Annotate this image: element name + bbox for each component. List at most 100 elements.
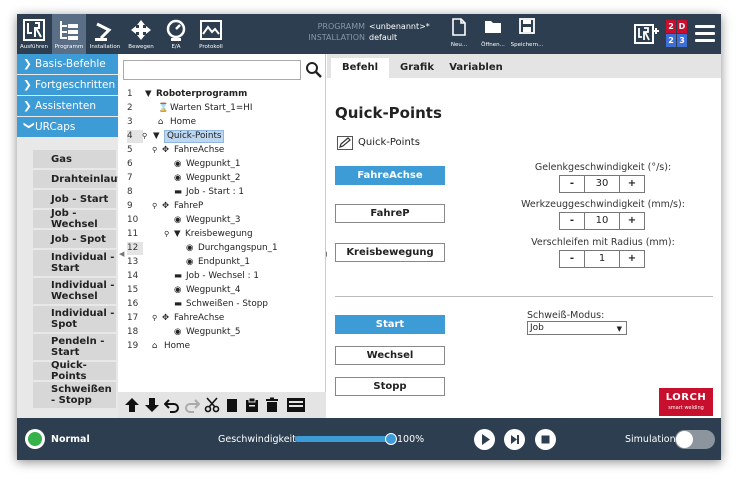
installation-tab-button[interactable]: Installation (87, 14, 123, 54)
kreisbewegung-button[interactable]: Kreisbewegung (335, 243, 445, 262)
step-button[interactable] (504, 429, 525, 450)
waypoint-icon: ◉ (186, 257, 194, 267)
start-button[interactable]: Start (335, 315, 445, 334)
node-name-label: Quick-Points (358, 137, 420, 148)
joint-speed-value[interactable]: 30 (585, 175, 619, 193)
nav-item-quick-points[interactable]: Quick-Points (33, 360, 116, 382)
program-tab-button[interactable]: Programm (52, 14, 86, 54)
tool-speed-minus-button[interactable]: - (559, 212, 585, 230)
tree-row[interactable]: 7 ◉ Wegpunkt_2 (118, 172, 326, 185)
suppress-icon[interactable] (286, 397, 306, 413)
move-down-icon[interactable] (144, 397, 160, 413)
tree-row[interactable]: 6 ◉ Wegpunkt_1 (118, 158, 326, 171)
run-tab-button[interactable]: Ausführen (17, 14, 51, 54)
line-number: 10 (127, 215, 139, 225)
redo-icon[interactable] (184, 397, 200, 413)
move-tab-button[interactable]: Bewegen (124, 14, 158, 54)
nav-category-basis[interactable]: ❯ Basis-Befehle (17, 54, 118, 74)
nav-item-gas[interactable]: Gas (33, 150, 116, 168)
undo-icon[interactable] (164, 397, 180, 413)
tree-row[interactable]: 18 ◉ Wegpunkt_5 (118, 326, 326, 339)
tree-row[interactable]: 2 ⌛ Warten Start_1=HI (118, 102, 326, 115)
weld-mode-select[interactable]: Job ▼ (527, 321, 627, 335)
hamburger-menu-icon[interactable] (695, 25, 715, 43)
collapse-toggle-icon[interactable]: ▼ (145, 88, 152, 101)
save-disk-icon (519, 18, 535, 34)
pin-icon: ⚲ (142, 132, 148, 140)
tree-row[interactable]: 15 ◉ Wegpunkt_4 (118, 284, 326, 297)
nav-item-schweissen-stopp[interactable]: Schweißen - Stopp (33, 382, 116, 408)
simulation-toggle[interactable] (675, 430, 715, 449)
search-button[interactable] (304, 60, 324, 80)
tree-row[interactable]: 9 ⚲ ✥ FahreP (118, 200, 326, 213)
collapse-toggle-icon[interactable]: ▼ (153, 130, 160, 143)
tree-row[interactable]: 13 ◉ Endpunkt_1 (118, 256, 326, 269)
tree-row[interactable]: 3 ⌂ Home (118, 116, 326, 129)
tab-variablen[interactable]: Variablen (445, 58, 507, 78)
open-button[interactable]: Öffnen... (476, 18, 510, 52)
collapse-toggle-icon[interactable]: ▼ (174, 228, 181, 241)
tree-row[interactable]: 1 ▼ Roboterprogramm (118, 88, 326, 101)
joint-speed-minus-button[interactable]: - (559, 175, 585, 193)
tool-speed-plus-button[interactable]: + (619, 212, 645, 230)
tree-row[interactable]: 5 ⚲ ✥ FahreAchse (118, 144, 326, 157)
tree-row[interactable]: 17 ⚲ ✥ FahreAchse (118, 312, 326, 325)
blend-minus-button[interactable]: - (559, 250, 585, 268)
nav-item-drahteinlauf[interactable]: Drahteinlauf (33, 170, 122, 188)
tree-row[interactable]: 12 ◉ Durchgangspun_1 (118, 242, 326, 255)
stop-button[interactable] (535, 429, 556, 450)
copy-icon[interactable] (224, 397, 240, 413)
wechsel-button[interactable]: Wechsel (335, 346, 445, 365)
dropdown-arrow-icon: ▼ (616, 325, 622, 333)
play-button[interactable] (474, 429, 495, 450)
nav-item-label: Gas (51, 153, 72, 165)
nav-item-job-spot[interactable]: Job - Spot (33, 230, 116, 248)
tree-row[interactable]: 10 ◉ Wegpunkt_3 (118, 214, 326, 227)
nav-category-wizards[interactable]: ❯ Assistenten (17, 96, 118, 116)
paste-icon[interactable] (244, 397, 260, 413)
tree-row-selected[interactable]: 4 ⚲ ▼ Quick-Points (118, 130, 326, 143)
nav-item-pendeln-start[interactable]: Pendeln - Start (33, 334, 116, 360)
tree-search-input[interactable] (123, 60, 301, 80)
tree-row[interactable]: 16 ▬ Schweißen - Stopp (118, 298, 326, 311)
log-tab-button[interactable]: Protokoll (194, 14, 228, 54)
fahrep-button[interactable]: FahreP (335, 204, 445, 223)
blend-radius-value[interactable]: 1 (585, 250, 619, 268)
program-tree-icon (60, 21, 78, 40)
stopp-button[interactable]: Stopp (335, 377, 445, 396)
delete-icon[interactable] (264, 397, 280, 413)
nav-item-job-start[interactable]: Job - Start (33, 190, 116, 208)
tab-grafik[interactable]: Grafik (393, 58, 441, 78)
tree-node-label: Job - Wechsel : 1 (186, 271, 259, 281)
nav-item-individual-spot[interactable]: Individual - Spot (33, 306, 116, 332)
ur-plus-button[interactable] (634, 24, 660, 47)
nav-item-job-wechsel[interactable]: Job - Wechsel (33, 208, 116, 230)
blend-plus-button[interactable]: + (619, 250, 645, 268)
cut-icon[interactable] (204, 397, 220, 413)
language-indicator[interactable]: 2 D 2 3 (666, 20, 688, 48)
tree-row[interactable]: 14 ▬ Job - Wechsel : 1 (118, 270, 326, 283)
tree-row[interactable]: 11 ⚲ ▼ Kreisbewegung (118, 228, 326, 241)
speed-slider[interactable] (295, 433, 397, 445)
new-button[interactable]: Neu... (442, 18, 476, 52)
nav-category-urcaps[interactable]: ❯URCaps (17, 117, 118, 137)
left-nav: ❯ Basis-Befehle ❯ Fortgeschritten ❯ Assiste… (17, 54, 122, 418)
nav-item-individual-start[interactable]: Individual - Start (33, 250, 116, 276)
collapse-left-icon[interactable]: ◀ (119, 250, 124, 258)
fahreachse-button[interactable]: FahreAchse (335, 166, 445, 185)
tab-befehl[interactable]: Befehl (331, 58, 389, 78)
log-tab-label: Protokoll (199, 44, 223, 50)
speed-slider-handle[interactable] (385, 433, 397, 445)
move-up-icon[interactable] (124, 397, 140, 413)
nav-item-individual-wechsel[interactable]: Individual - Wechsel (33, 278, 116, 304)
joint-speed-plus-button[interactable]: + (619, 175, 645, 193)
io-tab-button[interactable]: E/A (159, 14, 193, 54)
robot-status-icon[interactable] (25, 429, 45, 449)
line-number: 16 (127, 299, 139, 309)
nav-category-advanced[interactable]: ❯ Fortgeschritten (17, 75, 118, 95)
pencil-icon[interactable] (337, 136, 353, 150)
tool-speed-value[interactable]: 10 (585, 212, 619, 230)
save-button[interactable]: Speichern... (510, 18, 544, 52)
tree-row[interactable]: 19 ⌂ Home (118, 340, 326, 353)
tree-row[interactable]: 8 ▬ Job - Start : 1 (118, 186, 326, 199)
